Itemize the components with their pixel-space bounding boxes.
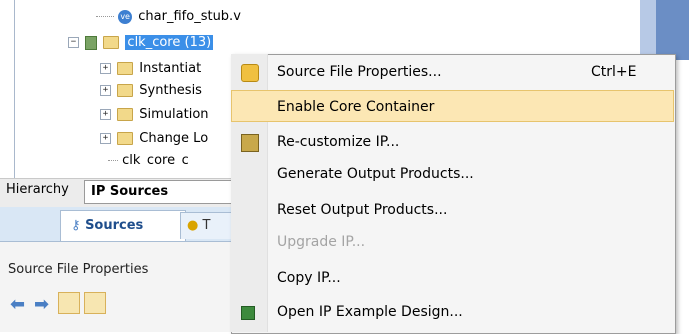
customize-ip-icon [241, 134, 259, 152]
folder-icon [103, 36, 120, 49]
expand-icon[interactable]: + [100, 63, 111, 74]
hierarchy-tab[interactable]: Hierarchy [6, 182, 69, 197]
tree-item-instantiation[interactable]: + Instantiat [100, 58, 201, 80]
menu-item-recustomize-ip[interactable]: Re-customize IP... [231, 126, 674, 158]
editor-scrollbar [656, 0, 689, 60]
expand-icon[interactable]: + [100, 109, 111, 120]
tree-border [14, 0, 15, 178]
menu-item-label: Source File Properties... [277, 64, 442, 80]
verilog-file-icon: ve [118, 9, 133, 24]
tree-item-label: Change Lo [139, 131, 209, 146]
menu-item-open-ip-example-design[interactable]: Open IP Example Design... [231, 296, 674, 328]
tree-item-char-fifo-stub[interactable]: ve char_fifo_stub.v [96, 6, 241, 28]
menu-item-label: Generate Output Products... [277, 166, 474, 182]
menu-item-label: Re-customize IP... [277, 134, 400, 150]
tree-item-label: Synthesis [139, 83, 202, 98]
tree-connector [108, 160, 118, 161]
tree-item-change-log[interactable]: + Change Lo [100, 128, 208, 150]
tree-item-label: char_fifo_stub.v [138, 9, 241, 24]
menu-item-label: Upgrade IP... [277, 234, 366, 250]
tree-item-clk-core-file[interactable]: clk_core_c [108, 150, 189, 164]
tree-item-label: clk_core_c [122, 153, 189, 164]
menu-item-shortcut: Ctrl+E [591, 64, 637, 80]
tree-connector [96, 16, 114, 17]
example-design-icon [241, 306, 255, 320]
expand-icon[interactable]: + [100, 85, 111, 96]
ip-core-icon [85, 35, 98, 50]
lightbulb-icon: ● [187, 218, 199, 233]
expand-icon[interactable]: + [100, 133, 111, 144]
tree-item-clk-core[interactable]: − clk_core (13) [68, 32, 214, 54]
tree-item-label: Instantiat [139, 61, 202, 76]
menu-item-copy-ip[interactable]: Copy IP... [231, 262, 674, 294]
menu-item-label: Open IP Example Design... [277, 304, 463, 320]
folder-icon [117, 108, 134, 121]
tab-sources-label: Sources [85, 218, 144, 233]
tree-item-label: Simulation [139, 107, 209, 122]
menu-item-label: Enable Core Container [277, 99, 435, 115]
tree-item-simulation[interactable]: + Simulation [100, 104, 209, 126]
forward-arrow-icon[interactable]: ➡ [34, 294, 49, 315]
tree-item-label: clk_core (13) [125, 35, 214, 50]
collapse-icon[interactable]: − [68, 37, 79, 48]
tab-templates-label: T [202, 218, 211, 233]
select-pointer-icon[interactable] [84, 292, 106, 314]
menu-item-enable-core-container[interactable]: Enable Core Container [231, 90, 674, 122]
menu-item-upgrade-ip: Upgrade IP... [231, 226, 674, 258]
menu-item-generate-output-products[interactable]: Generate Output Products... [231, 158, 674, 190]
menu-item-source-file-properties[interactable]: Source File Properties... Ctrl+E [231, 56, 674, 88]
tree-item-synthesis[interactable]: + Synthesis [100, 80, 202, 102]
menu-item-label: Reset Output Products... [277, 202, 448, 218]
editor-edge [640, 0, 656, 60]
folder-icon [117, 84, 134, 97]
auto-update-icon[interactable] [58, 292, 80, 314]
back-arrow-icon[interactable]: ⬅ [10, 294, 25, 315]
properties-title: Source File Properties [8, 262, 149, 277]
tab-sources[interactable]: ⚷ Sources [60, 210, 186, 241]
folder-icon [117, 62, 134, 75]
ip-sources-tab[interactable]: IP Sources [84, 180, 252, 204]
menu-item-reset-output-products[interactable]: Reset Output Products... [231, 194, 674, 226]
folder-icon [117, 132, 134, 145]
properties-icon [241, 64, 259, 82]
sources-icon: ⚷ [71, 218, 81, 233]
menu-item-label: Copy IP... [277, 270, 341, 286]
